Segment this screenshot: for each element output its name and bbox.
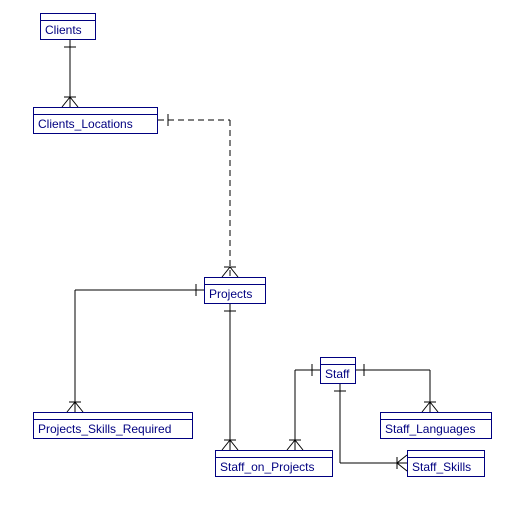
- entity-projects-skills-required-label: Projects_Skills_Required: [34, 420, 192, 438]
- entity-staff-label: Staff: [321, 365, 355, 383]
- entity-clients: Clients: [40, 13, 96, 40]
- entity-staff-skills: Staff_Skills: [407, 450, 485, 477]
- entity-projects: Projects: [204, 277, 266, 304]
- entity-clients-locations-label: Clients_Locations: [34, 115, 157, 133]
- entity-staff-on-projects: Staff_on_Projects: [215, 450, 333, 477]
- erd-connectors: [0, 0, 516, 517]
- entity-clients-locations: Clients_Locations: [33, 107, 158, 134]
- entity-projects-skills-required: Projects_Skills_Required: [33, 412, 193, 439]
- entity-clients-label: Clients: [41, 21, 95, 39]
- entity-staff-skills-label: Staff_Skills: [408, 458, 484, 476]
- entity-staff-languages: Staff_Languages: [380, 412, 492, 439]
- entity-projects-label: Projects: [205, 285, 265, 303]
- entity-staff: Staff: [320, 357, 356, 384]
- entity-staff-on-projects-label: Staff_on_Projects: [216, 458, 332, 476]
- entity-staff-languages-label: Staff_Languages: [381, 420, 491, 438]
